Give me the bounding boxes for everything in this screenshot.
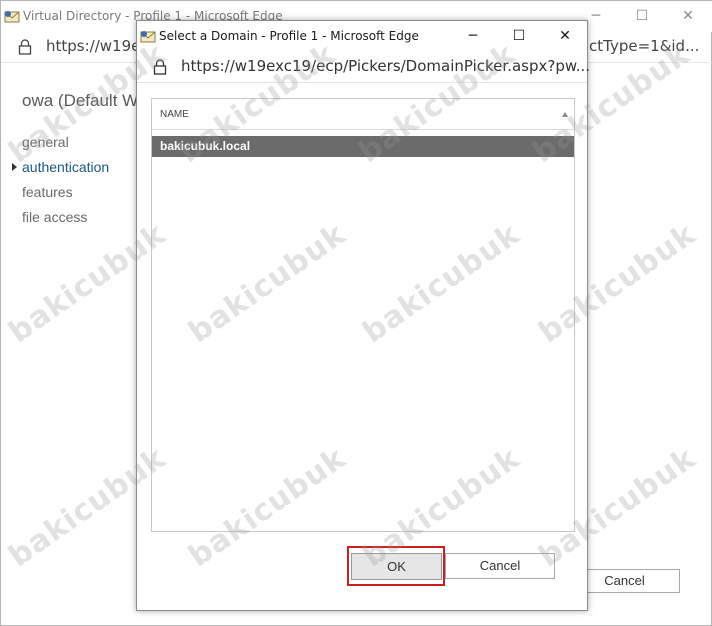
domain-name: bakicubuk.local — [160, 139, 251, 153]
dialog-titlebar: Select a Domain - Profile 1 - Microsoft … — [137, 21, 587, 51]
exchange-app-icon — [4, 9, 20, 23]
close-icon[interactable]: ✕ — [665, 4, 711, 28]
maximize-icon[interactable]: ☐ — [619, 4, 665, 28]
background-url-start: https://w19ex — [46, 37, 149, 55]
dialog-title: Select a Domain - Profile 1 - Microsoft … — [159, 29, 419, 43]
lock-icon — [153, 59, 167, 75]
list-item[interactable]: bakicubuk.local — [152, 136, 574, 157]
exchange-app-icon — [140, 29, 156, 43]
column-header-name[interactable]: NAME — [152, 99, 574, 130]
maximize-icon[interactable]: ☐ — [496, 24, 542, 48]
dialog-address-bar[interactable]: https://w19exc19/ecp/Pickers/DomainPicke… — [137, 51, 591, 83]
minimize-icon[interactable]: ─ — [450, 24, 496, 48]
dialog-url: https://w19exc19/ecp/Pickers/DomainPicke… — [181, 57, 591, 75]
cancel-button[interactable]: Cancel — [445, 553, 555, 579]
lock-icon — [18, 39, 32, 55]
background-url-end: ctType=1&id... — [589, 37, 700, 55]
nav-item-authentication[interactable]: authentication — [22, 159, 109, 184]
close-icon[interactable]: ✕ — [542, 24, 588, 48]
active-nav-arrow-icon — [12, 163, 17, 171]
nav-item-file-access[interactable]: file access — [22, 209, 109, 234]
nav-item-general[interactable]: general — [22, 134, 109, 159]
sidebar-nav: general authentication features file acc… — [22, 134, 109, 234]
page-title: owa (Default W — [22, 91, 139, 110]
domain-list[interactable]: NAME bakicubuk.local — [151, 98, 575, 532]
domain-picker-dialog: Select a Domain - Profile 1 - Microsoft … — [136, 20, 591, 611]
sort-ascending-icon — [562, 112, 568, 117]
nav-item-features[interactable]: features — [22, 184, 109, 209]
ok-button[interactable]: OK — [351, 553, 442, 580]
column-header-label: NAME — [160, 109, 189, 120]
